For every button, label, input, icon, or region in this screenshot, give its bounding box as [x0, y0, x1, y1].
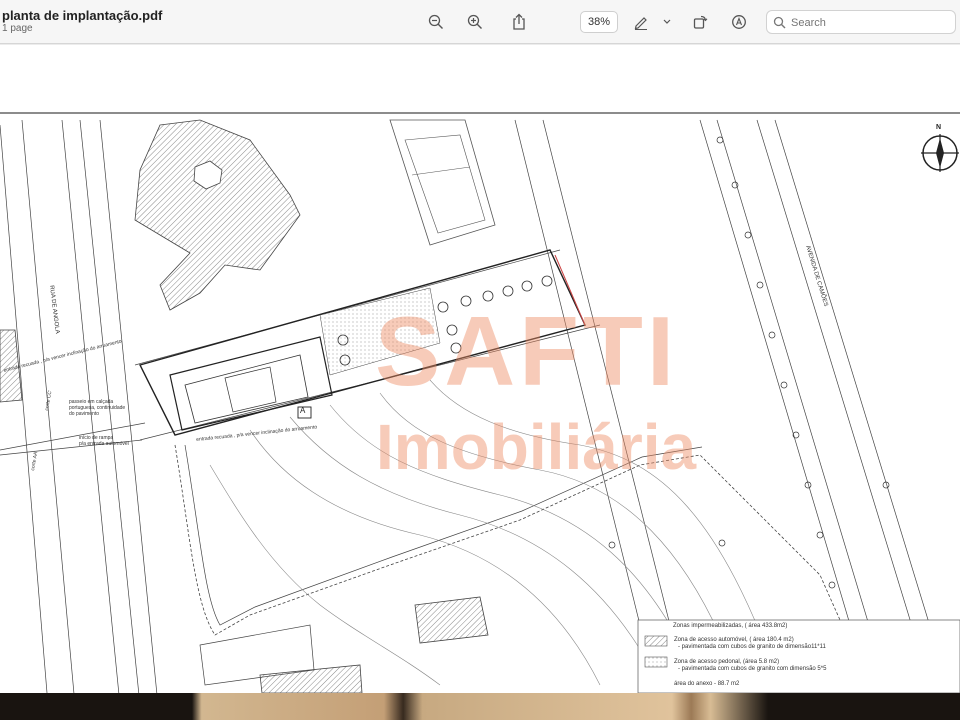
zoom-in-button[interactable] [464, 11, 486, 33]
zoom-out-button[interactable] [425, 11, 447, 33]
rotate-icon [693, 15, 708, 29]
compass-symbol [921, 134, 959, 172]
watermark-brand: SAFTI [375, 296, 679, 406]
label-a: A [300, 406, 306, 415]
search-input[interactable] [789, 14, 953, 32]
zoom-out-icon [428, 14, 443, 29]
note-left-3: do pavimento [69, 411, 100, 417]
legend-item-1-b: - pavimentada com cubos de granito de di… [678, 644, 826, 650]
markup-menu-button[interactable] [660, 11, 674, 33]
legend-box: Zonas impermeabilizadas, ( área 433.8m2)… [638, 620, 960, 693]
legend-item-2-a: Zona de acesso pedonal, (área 5.8 m2) [674, 659, 780, 665]
document-title: planta de implantação.pdf [2, 8, 163, 23]
pdf-page: N RUA DE ANGOLA AVENIDA DE CAMÕES A entr… [0, 45, 960, 693]
legend-item-1-a: Zona de acesso automóvel, ( área 180.4 m… [674, 637, 794, 643]
legend-item-3: área do anexo - 88.7 m2 [674, 681, 740, 687]
rotate-button[interactable] [689, 11, 711, 33]
next-page-preview [0, 693, 960, 720]
markup-button[interactable] [630, 11, 652, 33]
chevron-down-icon [663, 19, 671, 24]
annotate-icon [732, 15, 746, 29]
highlight-button[interactable] [728, 11, 750, 33]
legend-item-2-b: - pavimentada com cubos de granito com d… [678, 666, 827, 672]
legend-title: Zonas impermeabilizadas, ( área 433.8m2) [673, 623, 788, 629]
share-icon [513, 13, 525, 30]
zoom-in-icon [467, 14, 482, 29]
search-icon [773, 16, 786, 29]
share-button[interactable] [508, 11, 530, 33]
pen-icon [634, 17, 647, 30]
pdf-toolbar: planta de implantação.pdf 1 page 38% [0, 0, 960, 44]
compass-label: N [936, 124, 942, 131]
watermark-subtitle: Imobiliária [376, 411, 697, 483]
note-left-5: p/a entrada automóvel [79, 441, 129, 447]
page-count: 1 page [2, 23, 33, 34]
search-field[interactable] [766, 10, 956, 34]
zoom-level[interactable]: 38% [580, 11, 618, 33]
